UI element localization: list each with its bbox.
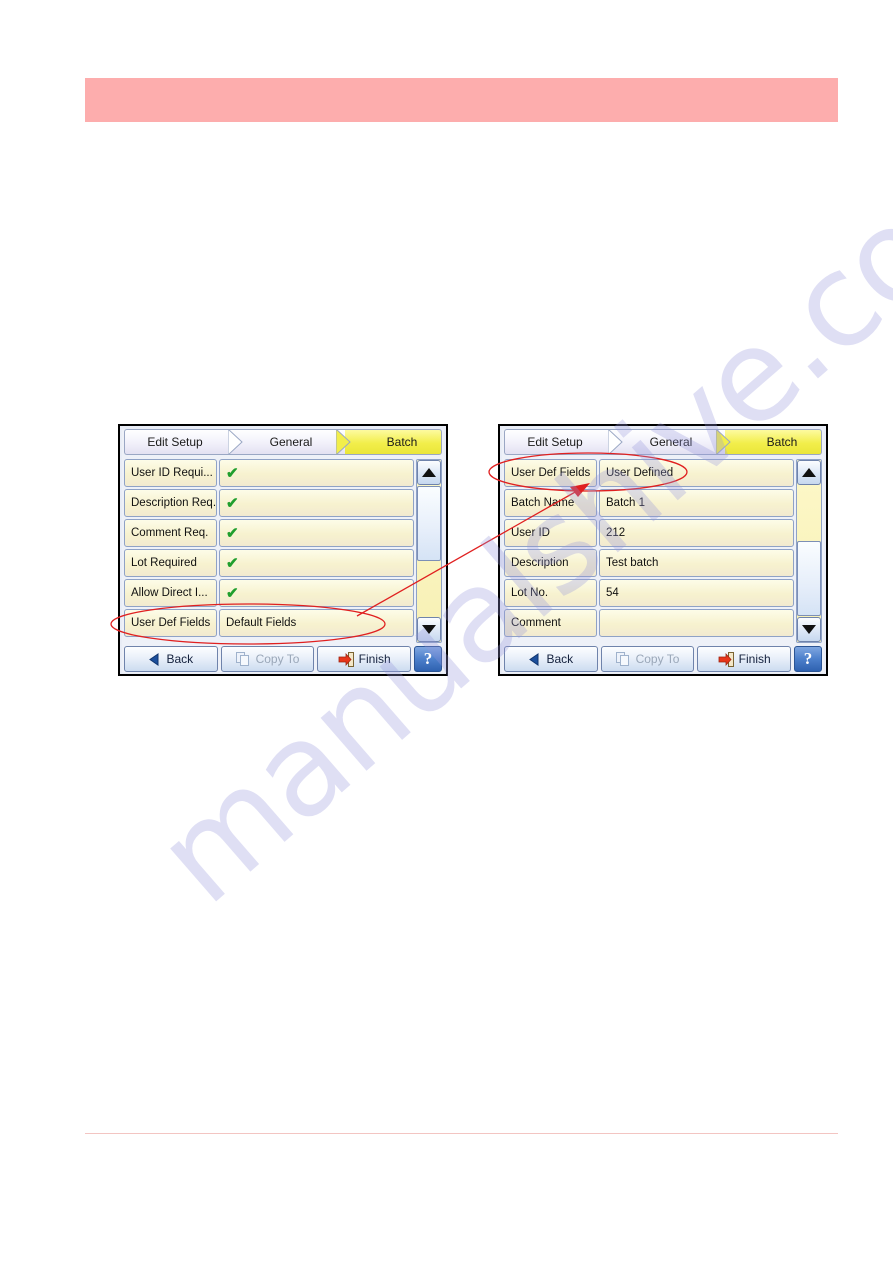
tab-label: Batch — [386, 435, 418, 449]
copy-to-button[interactable]: Copy To — [600, 646, 695, 672]
row-label: User ID — [504, 519, 597, 547]
finish-button-label: Finish — [358, 652, 391, 666]
copy-to-button-label: Copy To — [635, 652, 680, 666]
copy-icon — [615, 652, 631, 666]
row-label: User ID Requi... — [124, 459, 217, 487]
row-value[interactable]: ✔ — [219, 519, 414, 547]
finish-button[interactable]: Finish — [697, 646, 792, 672]
settings-list-right: User Def Fields User Defined Batch Name … — [504, 459, 794, 643]
row-label: Comment Req. — [124, 519, 217, 547]
help-button-label: ? — [803, 649, 813, 668]
row-value[interactable]: Default Fields — [219, 609, 414, 637]
row-label: Allow Direct I... — [124, 579, 217, 607]
row-value[interactable]: ✔ — [219, 549, 414, 577]
row-label: Lot No. — [504, 579, 597, 607]
button-bar-left: Back Copy To Finish ? — [124, 646, 443, 672]
copy-icon — [235, 652, 251, 666]
triangle-up-icon — [802, 468, 816, 477]
breadcrumb-right: Edit Setup General Batch — [504, 429, 822, 455]
table-row[interactable]: User ID Requi... ✔ — [124, 459, 414, 487]
help-button-label: ? — [423, 649, 433, 668]
scroll-thumb[interactable] — [417, 486, 441, 562]
triangle-down-icon — [802, 625, 816, 634]
row-label: Description — [504, 549, 597, 577]
exit-arrow-icon — [718, 651, 734, 667]
row-value[interactable]: Batch 1 — [599, 489, 794, 517]
device-screen-right: Edit Setup General Batch User Def Fields… — [498, 424, 828, 676]
copy-to-button[interactable]: Copy To — [220, 646, 315, 672]
button-bar-right: Back Copy To Finish ? — [504, 646, 823, 672]
finish-button-label: Finish — [738, 652, 771, 666]
row-value[interactable]: ✔ — [219, 459, 414, 487]
table-row[interactable]: Allow Direct I... ✔ — [124, 579, 414, 607]
table-row-user-def-fields[interactable]: User Def Fields User Defined — [504, 459, 794, 487]
back-button-label: Back — [166, 652, 194, 666]
row-label: Batch Name — [504, 489, 597, 517]
tab-edit-setup[interactable]: Edit Setup — [504, 429, 617, 455]
back-button[interactable]: Back — [504, 646, 598, 672]
row-label: User Def Fields — [504, 459, 597, 487]
scrollbar-left[interactable] — [416, 459, 442, 643]
scroll-up-button[interactable] — [417, 460, 441, 485]
help-button[interactable]: ? — [794, 646, 823, 672]
row-value[interactable]: Test batch — [599, 549, 794, 577]
checkmark-icon: ✔ — [226, 554, 239, 572]
exit-arrow-icon — [338, 651, 354, 667]
scroll-up-button[interactable] — [797, 460, 821, 485]
tab-general[interactable]: General — [617, 429, 725, 455]
scroll-down-button[interactable] — [417, 617, 441, 642]
tab-edit-setup[interactable]: Edit Setup — [124, 429, 237, 455]
tab-general[interactable]: General — [237, 429, 345, 455]
triangle-up-icon — [422, 468, 436, 477]
table-row[interactable]: Description Req. ✔ — [124, 489, 414, 517]
tab-batch[interactable]: Batch — [725, 429, 822, 455]
tab-label: Edit Setup — [527, 435, 583, 449]
back-button[interactable]: Back — [124, 646, 218, 672]
scroll-track[interactable] — [797, 486, 821, 616]
triangle-left-icon — [528, 652, 541, 666]
row-label: User Def Fields — [124, 609, 217, 637]
row-label: Description Req. — [124, 489, 217, 517]
scroll-thumb[interactable] — [797, 540, 821, 616]
scroll-down-button[interactable] — [797, 617, 821, 642]
checkmark-icon: ✔ — [226, 464, 239, 482]
triangle-down-icon — [422, 625, 436, 634]
table-row[interactable]: Comment — [504, 609, 794, 637]
row-value[interactable]: 212 — [599, 519, 794, 547]
row-value[interactable]: ✔ — [219, 579, 414, 607]
row-value[interactable]: 54 — [599, 579, 794, 607]
page-heading-banner — [85, 78, 838, 122]
checkmark-icon: ✔ — [226, 584, 239, 602]
triangle-left-icon — [148, 652, 161, 666]
row-value[interactable]: User Defined — [599, 459, 794, 487]
breadcrumb-left: Edit Setup General Batch — [124, 429, 442, 455]
help-button[interactable]: ? — [414, 646, 443, 672]
table-row[interactable]: Lot No. 54 — [504, 579, 794, 607]
back-button-label: Back — [546, 652, 574, 666]
table-row[interactable]: Comment Req. ✔ — [124, 519, 414, 547]
finish-button[interactable]: Finish — [317, 646, 412, 672]
row-value[interactable]: ✔ — [219, 489, 414, 517]
tab-batch[interactable]: Batch — [345, 429, 442, 455]
checkmark-icon: ✔ — [226, 524, 239, 542]
scrollbar-right[interactable] — [796, 459, 822, 643]
tab-label: General — [649, 435, 693, 449]
scroll-track[interactable] — [417, 486, 441, 616]
row-label: Lot Required — [124, 549, 217, 577]
table-row[interactable]: Lot Required ✔ — [124, 549, 414, 577]
device-screen-left: Edit Setup General Batch User ID Requi..… — [118, 424, 448, 676]
table-row[interactable]: Batch Name Batch 1 — [504, 489, 794, 517]
row-label: Comment — [504, 609, 597, 637]
checkmark-icon: ✔ — [226, 494, 239, 512]
tab-label: General — [269, 435, 313, 449]
footer-rule — [85, 1133, 838, 1134]
settings-list-left: User ID Requi... ✔ Description Req. ✔ Co… — [124, 459, 414, 643]
table-row-user-def-fields[interactable]: User Def Fields Default Fields — [124, 609, 414, 637]
table-row[interactable]: Description Test batch — [504, 549, 794, 577]
tab-label: Edit Setup — [147, 435, 203, 449]
table-row[interactable]: User ID 212 — [504, 519, 794, 547]
tab-label: Batch — [766, 435, 798, 449]
copy-to-button-label: Copy To — [255, 652, 300, 666]
row-value[interactable] — [599, 609, 794, 637]
